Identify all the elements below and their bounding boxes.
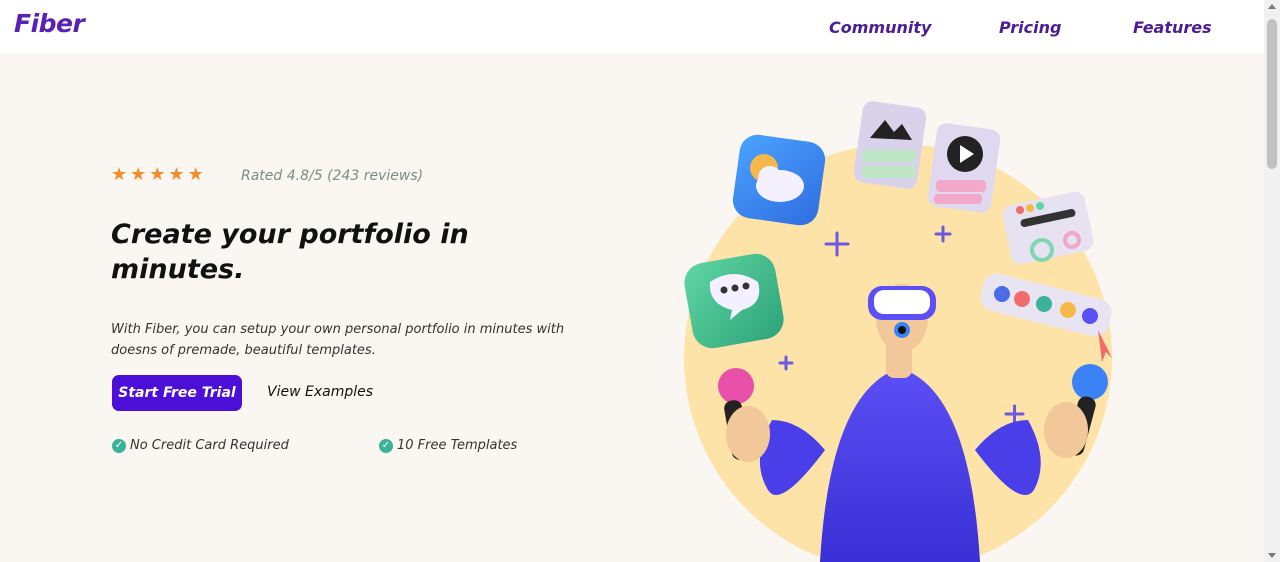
video-card-icon	[927, 123, 1001, 213]
star-icon: ★	[168, 164, 185, 185]
scroll-up-arrow-icon[interactable]	[1268, 4, 1276, 9]
nav-community[interactable]: Community	[829, 18, 931, 37]
brand-logo[interactable]: Fiber	[14, 9, 85, 38]
hero-headline: Create your portfolio in minutes.	[111, 219, 469, 285]
start-free-trial-button[interactable]: Start Free Trial	[112, 375, 242, 411]
check-icon: ✓	[379, 438, 393, 453]
rating-text: Rated 4.8/5 (243 reviews)	[241, 168, 424, 184]
chat-app-icon	[684, 253, 784, 349]
nav-features[interactable]: Features	[1133, 18, 1212, 37]
weather-app-icon	[732, 134, 826, 226]
star-icon: ★	[130, 164, 147, 185]
star-icon: ★	[187, 164, 204, 185]
star-icon: ★	[111, 164, 128, 185]
feature-label: 10 Free Templates	[397, 438, 518, 453]
scroll-down-arrow-icon[interactable]	[1268, 553, 1276, 558]
view-examples-link[interactable]: View Examples	[267, 384, 373, 400]
star-icon: ★	[149, 164, 166, 185]
feature-free-templates: ✓ 10 Free Templates	[379, 438, 517, 453]
check-icon: ✓	[112, 438, 126, 453]
rating-stars: ★ ★ ★ ★ ★	[111, 165, 204, 185]
feature-label: No Credit Card Required	[130, 438, 289, 453]
feature-no-credit-card: ✓ No Credit Card Required	[112, 438, 289, 453]
scroll-thumb[interactable]	[1267, 19, 1277, 169]
hero-illustration	[680, 90, 1140, 562]
image-card-icon	[853, 101, 927, 189]
page-scrollbar[interactable]	[1264, 0, 1280, 562]
top-navbar: Fiber Community Pricing Features	[0, 0, 1264, 53]
hero-description: With Fiber, you can setup your own perso…	[111, 322, 565, 358]
nav-pricing[interactable]: Pricing	[999, 18, 1061, 37]
